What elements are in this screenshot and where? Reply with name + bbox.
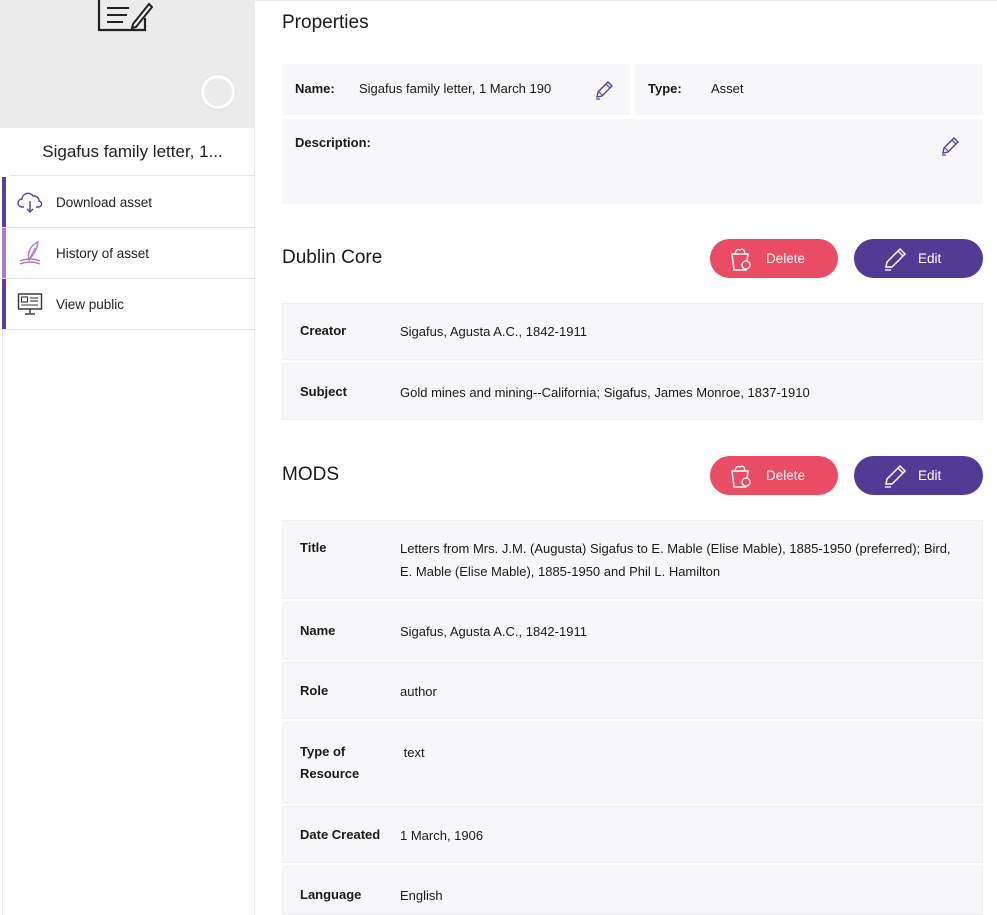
dublin-core-row-creator: Creator Sigafus, Agusta A.C., 1842-1911: [282, 303, 983, 360]
meta-value: Gold mines and mining--California; Sigaf…: [400, 385, 810, 400]
asset-thumbnail: [0, 0, 255, 128]
meta-value: 1 March, 1906: [400, 828, 484, 843]
mods-row-title: Title Letters from Mrs. J.M. (Augusta) S…: [282, 520, 983, 599]
accent-bar: [2, 177, 6, 227]
accent-bar: [2, 228, 6, 278]
pencil-icon: [882, 463, 908, 489]
edit-description-pencil-icon[interactable]: [939, 135, 961, 157]
document-sign-icon: [97, 0, 153, 32]
meta-key: Title: [300, 540, 327, 555]
meta-key: Type of Resource: [300, 744, 360, 781]
meta-key: Creator: [300, 323, 347, 338]
dublin-core-header: Dublin Core Delete Edit: [282, 239, 983, 279]
accent-bar: [2, 279, 6, 329]
mods-row-name: Name Sigafus, Agusta A.C., 1842-1911: [282, 602, 983, 659]
mods-row-date-created: Date Created 1 March, 1906: [282, 806, 983, 863]
edit-name-pencil-icon[interactable]: [593, 79, 615, 101]
meta-key: Language: [300, 887, 362, 902]
trash-basket-icon: [728, 463, 754, 489]
name-value: Sigafus family letter, 1 March 190: [359, 81, 552, 96]
description-label: Description:: [295, 135, 371, 150]
monitor-icon: [17, 291, 43, 317]
type-label: Type:: [648, 81, 682, 96]
trash-basket-icon: [728, 246, 754, 272]
cloud-download-icon: [17, 189, 43, 215]
name-property-box: Name: Sigafus family letter, 1 March 190: [282, 64, 630, 115]
type-value: Asset: [711, 81, 744, 96]
asset-title: Sigafus family letter, 1...: [10, 128, 255, 176]
type-property-box: Type: Asset: [635, 64, 983, 115]
properties-heading: Properties: [282, 12, 369, 33]
meta-value: Sigafus, Agusta A.C., 1842-1911: [400, 324, 587, 339]
meta-value: text: [400, 745, 425, 760]
dublin-core-row-subject: Subject Gold mines and mining--Californi…: [282, 363, 983, 420]
view-public-item[interactable]: View public: [2, 279, 255, 330]
download-asset-item[interactable]: Download asset: [2, 177, 255, 228]
mods-edit-label: Edit: [918, 468, 942, 483]
name-label: Name:: [295, 81, 335, 96]
quill-history-icon: [17, 240, 43, 266]
pencil-icon: [882, 246, 908, 272]
mods-row-type-of-resource: Type of Resource text: [282, 722, 983, 803]
mods-row-role: Role author: [282, 662, 983, 719]
mods-header: MODS Delete Edit: [282, 456, 983, 496]
sidebar: Sigafus family letter, 1... Download ass…: [0, 0, 255, 915]
meta-key: Date Created: [300, 827, 381, 842]
view-public-label: View public: [56, 296, 125, 312]
dublin-core-delete-label: Delete: [766, 251, 806, 266]
meta-value: Sigafus, Agusta A.C., 1842-1911: [400, 624, 587, 639]
meta-key: Subject: [300, 384, 347, 399]
meta-key: Role: [300, 683, 329, 698]
mods-heading: MODS: [282, 464, 339, 485]
mods-delete-button[interactable]: Delete: [710, 456, 838, 495]
mods-delete-label: Delete: [766, 468, 806, 483]
asset-actions-list: Download asset History of asset View pub…: [2, 177, 255, 330]
description-property-box: Description:: [282, 119, 983, 204]
sidebar-divider: [2, 330, 3, 915]
meta-key: Name: [300, 623, 336, 638]
meta-value: author: [400, 684, 437, 699]
mods-row-language: Language English: [282, 866, 983, 915]
dublin-core-delete-button[interactable]: Delete: [710, 239, 838, 278]
dublin-core-heading: Dublin Core: [282, 247, 383, 268]
meta-value: English: [400, 888, 443, 903]
history-of-asset-item[interactable]: History of asset: [2, 228, 255, 279]
mods-edit-button[interactable]: Edit: [854, 456, 983, 495]
select-asset-radio[interactable]: [201, 75, 235, 109]
history-of-asset-label: History of asset: [56, 245, 150, 261]
top-divider: [255, 0, 997, 1]
dublin-core-edit-label: Edit: [918, 251, 942, 266]
meta-value: Letters from Mrs. J.M. (Augusta) Sigafus…: [400, 541, 951, 579]
dublin-core-edit-button[interactable]: Edit: [854, 239, 983, 278]
download-asset-label: Download asset: [56, 194, 153, 210]
